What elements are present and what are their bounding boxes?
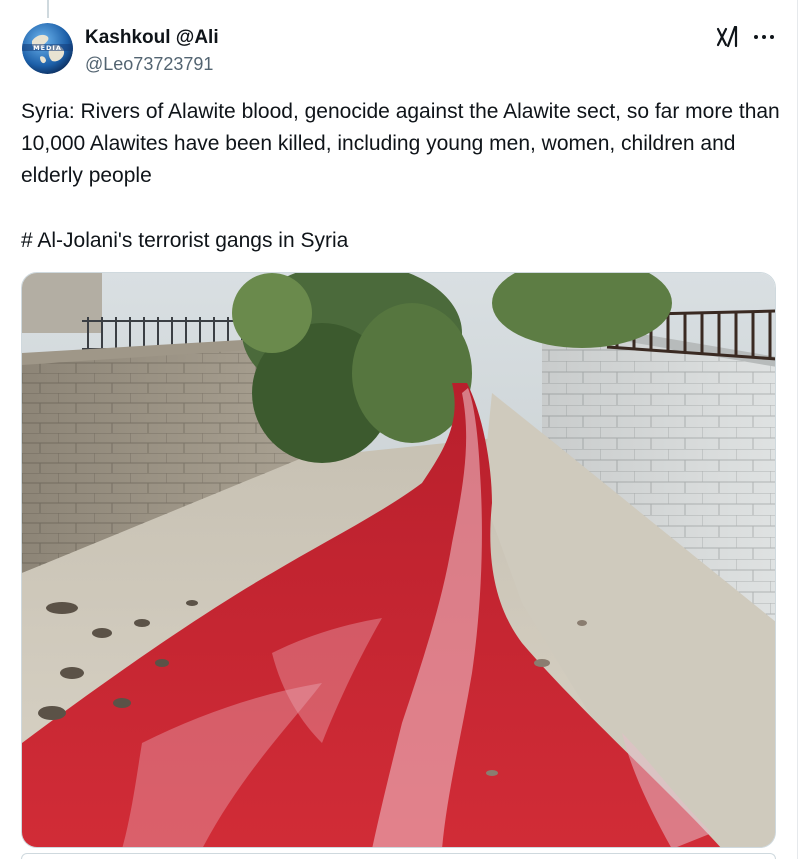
- post-text: Syria: Rivers of Alawite blood, genocide…: [21, 100, 780, 187]
- grok-icon[interactable]: [716, 25, 740, 48]
- display-name[interactable]: Kashkoul @Ali: [85, 27, 219, 49]
- user-handle[interactable]: @Leo73723791: [85, 53, 213, 75]
- post-card[interactable]: MEDIA Kashkoul @Ali @Leo73723791 Syria: …: [0, 0, 798, 859]
- svg-text:MEDIA: MEDIA: [33, 44, 62, 52]
- thread-line: [47, 0, 49, 18]
- next-card-edge: [21, 853, 776, 859]
- more-options-icon[interactable]: [752, 30, 776, 44]
- post-photo[interactable]: [21, 272, 776, 848]
- avatar[interactable]: MEDIA: [22, 23, 73, 74]
- hashtag-text[interactable]: # Al-Jolani's terrorist gangs in Syria: [21, 225, 348, 257]
- globe-avatar-icon: MEDIA: [22, 23, 73, 74]
